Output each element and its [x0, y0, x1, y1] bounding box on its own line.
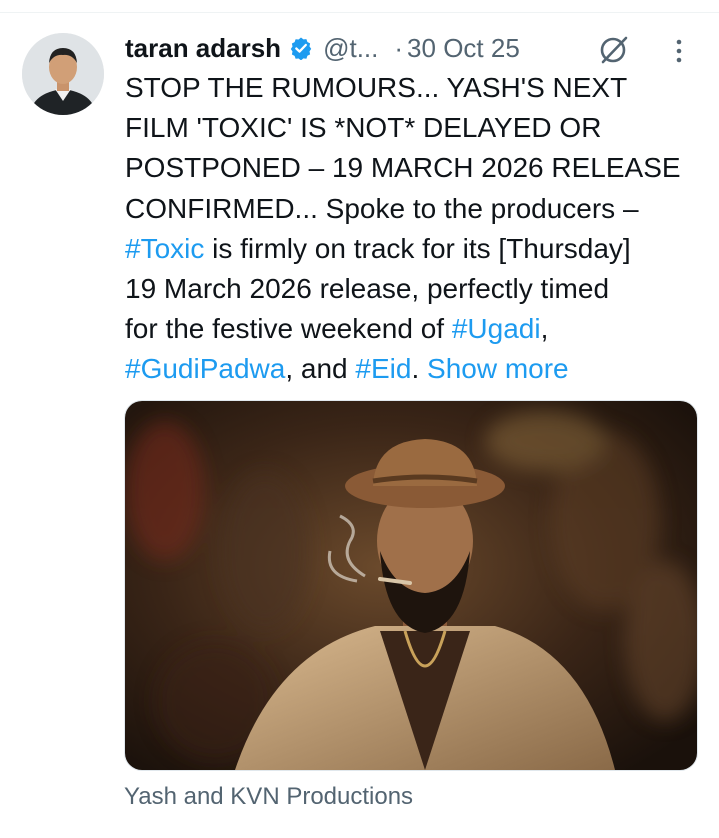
- hashtag-link[interactable]: #GudiPadwa: [125, 353, 285, 384]
- hashtag-link[interactable]: #Ugadi: [452, 313, 541, 344]
- period: .: [411, 353, 420, 385]
- avatar-image: [22, 33, 104, 115]
- verified-badge-icon: [290, 37, 312, 60]
- tweet-line-text: for the festive weekend of: [125, 313, 452, 345]
- more-options-icon[interactable]: [672, 38, 686, 64]
- tweet-line: for the festive weekend of #Ugadi,: [125, 309, 710, 349]
- tweet-line: #Toxic is firmly on track for its [Thurs…: [125, 229, 710, 269]
- tweet-header: taran adarsh @t... · 30 Oct 25: [125, 30, 520, 66]
- tweet-text: STOP THE RUMOURS... YASH'S NEXT FILM 'TO…: [125, 68, 710, 390]
- show-more-link[interactable]: Show more: [427, 353, 569, 384]
- tweet-line: FILM 'TOXIC' IS *NOT* DELAYED OR: [125, 112, 602, 144]
- tweet-line: CONFIRMED... Spoke to the producers –: [125, 192, 639, 224]
- tweet-date[interactable]: 30 Oct 25: [407, 33, 520, 64]
- grok-icon[interactable]: [597, 35, 631, 65]
- author-name[interactable]: taran adarsh: [125, 33, 281, 64]
- tweet-line-text: is firmly on track for its [Thursday]: [212, 232, 631, 264]
- media-photo: [125, 401, 697, 770]
- hashtag-link[interactable]: #Toxic: [125, 233, 204, 264]
- author-handle[interactable]: @t...: [323, 33, 378, 64]
- tweet-line: POSTPONED – 19 MARCH 2026 RELEASE: [125, 152, 681, 184]
- tweet-line: 19 March 2026 release, perfectly timed: [125, 272, 610, 304]
- tweet-line: STOP THE RUMOURS... YASH'S NEXT: [125, 72, 628, 103]
- top-divider: [0, 12, 719, 13]
- tweet-line-text: , and: [285, 353, 356, 385]
- media-caption: Yash and KVN Productions: [124, 783, 414, 810]
- hashtag-link[interactable]: #Eid: [355, 353, 411, 384]
- tweet-media[interactable]: [124, 400, 698, 771]
- comma: ,: [540, 313, 549, 345]
- avatar[interactable]: [22, 33, 104, 115]
- tweet-line: #GudiPadwa, and #Eid. Show more: [125, 349, 710, 389]
- header-separator: ·: [394, 32, 404, 63]
